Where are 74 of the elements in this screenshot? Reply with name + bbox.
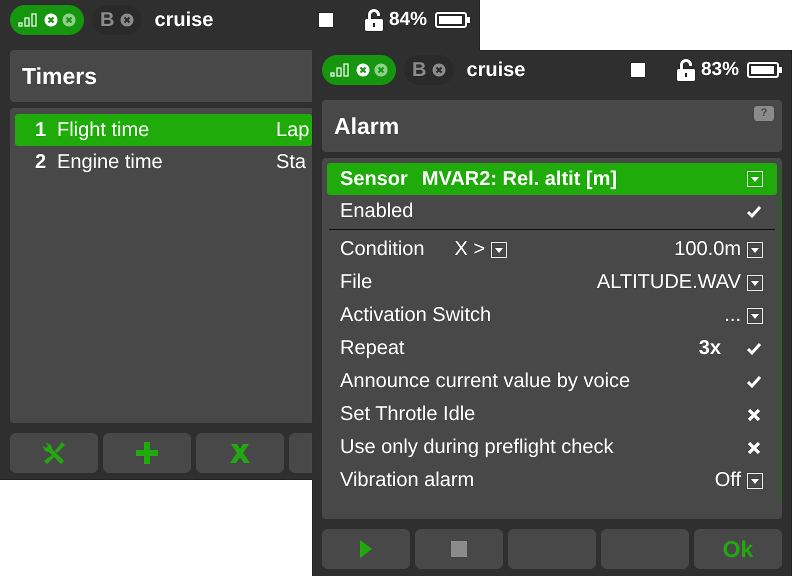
model-name: cruise — [466, 58, 526, 82]
timer-row[interactable]: 2 Engine time Sta — [15, 146, 312, 178]
tools-button[interactable] — [10, 433, 98, 473]
dropdown-icon — [747, 242, 763, 258]
setting-value: MVAR2: Rel. altit [m] — [422, 168, 618, 190]
close-circle-icon — [120, 13, 134, 27]
close-circle-icon — [356, 63, 370, 77]
close-circle-icon — [62, 13, 76, 27]
close-circle-icon — [44, 13, 58, 27]
cross-icon — [228, 442, 252, 464]
plus-icon — [136, 442, 158, 464]
dropdown-icon — [747, 308, 763, 324]
battery-percent: 83% — [700, 59, 739, 81]
setting-value: 100.0m — [674, 238, 741, 261]
setting-value: ... — [724, 304, 741, 327]
setting-row[interactable]: Set Throtle Idle — [327, 398, 777, 431]
lock-icon — [362, 9, 385, 31]
setting-row[interactable]: Repeat 3x — [327, 332, 777, 365]
setting-label: Announce current value by voice — [340, 370, 630, 393]
timer-number: 2 — [35, 150, 48, 174]
delete-button[interactable] — [196, 433, 284, 473]
setting-row[interactable]: Announce current value by voice — [327, 365, 777, 398]
setting-row[interactable]: Use only during preflight check — [327, 431, 777, 464]
lock-icon — [674, 59, 697, 81]
timer-name: Engine time — [57, 150, 164, 174]
setting-row[interactable]: Enabled — [327, 195, 777, 228]
checkmark-icon[interactable] — [747, 374, 761, 388]
cross-icon[interactable] — [747, 408, 761, 422]
setting-row[interactable]: Vibration alarm Off — [327, 464, 777, 497]
dropdown-icon — [491, 242, 508, 258]
stop-button[interactable] — [415, 529, 503, 569]
battery-icon — [435, 12, 470, 28]
setting-label: Condition — [340, 238, 425, 261]
timer-mode: Lap — [276, 118, 310, 142]
screen-title: Timers — [22, 62, 98, 90]
battery-icon — [747, 62, 782, 78]
add-button[interactable] — [103, 433, 191, 473]
dropdown-icon — [747, 274, 763, 290]
receiver-label: B — [412, 58, 426, 82]
setting-label: Set Throtle Idle — [340, 403, 476, 426]
setting-label: Use only during preflight check — [340, 436, 614, 459]
play-button[interactable] — [322, 529, 410, 569]
setting-value: ALTITUDE.WAV — [596, 271, 741, 294]
timer-number: 1 — [35, 118, 48, 142]
tools-icon — [42, 441, 66, 465]
setting-label: File — [340, 271, 372, 294]
battery-percent: 84% — [388, 9, 427, 31]
cross-icon[interactable] — [747, 440, 761, 454]
setting-row[interactable]: Activation Switch ... — [327, 299, 777, 332]
setting-label: Vibration alarm — [340, 469, 474, 492]
screen-title: Alarm — [334, 112, 400, 140]
checkmark-icon[interactable] — [747, 342, 761, 356]
receiver-label: B — [100, 8, 114, 32]
setting-row[interactable]: File ALTITUDE.WAV — [327, 266, 777, 299]
setting-value: Off — [714, 469, 741, 492]
close-circle-icon — [432, 63, 446, 77]
operator-value: X > — [454, 238, 486, 261]
setting-row[interactable]: Condition X > 100.0m — [327, 233, 777, 266]
close-circle-icon — [374, 63, 388, 77]
square-icon — [630, 63, 645, 77]
dropdown-icon — [747, 472, 763, 488]
setting-label: Activation Switch — [340, 304, 492, 327]
square-icon — [318, 13, 333, 27]
model-name: cruise — [154, 8, 214, 32]
timer-mode: Sta — [276, 150, 306, 174]
dropdown-icon — [747, 171, 763, 187]
setting-label: Enabled — [340, 200, 414, 223]
checkmark-icon[interactable] — [747, 204, 761, 218]
setting-value: 3x — [698, 337, 721, 360]
setting-label: Repeat — [340, 337, 404, 360]
play-icon — [360, 540, 372, 558]
setting-label: Sensor — [340, 168, 408, 190]
stop-icon — [451, 541, 467, 557]
timer-name: Flight time — [57, 118, 150, 142]
